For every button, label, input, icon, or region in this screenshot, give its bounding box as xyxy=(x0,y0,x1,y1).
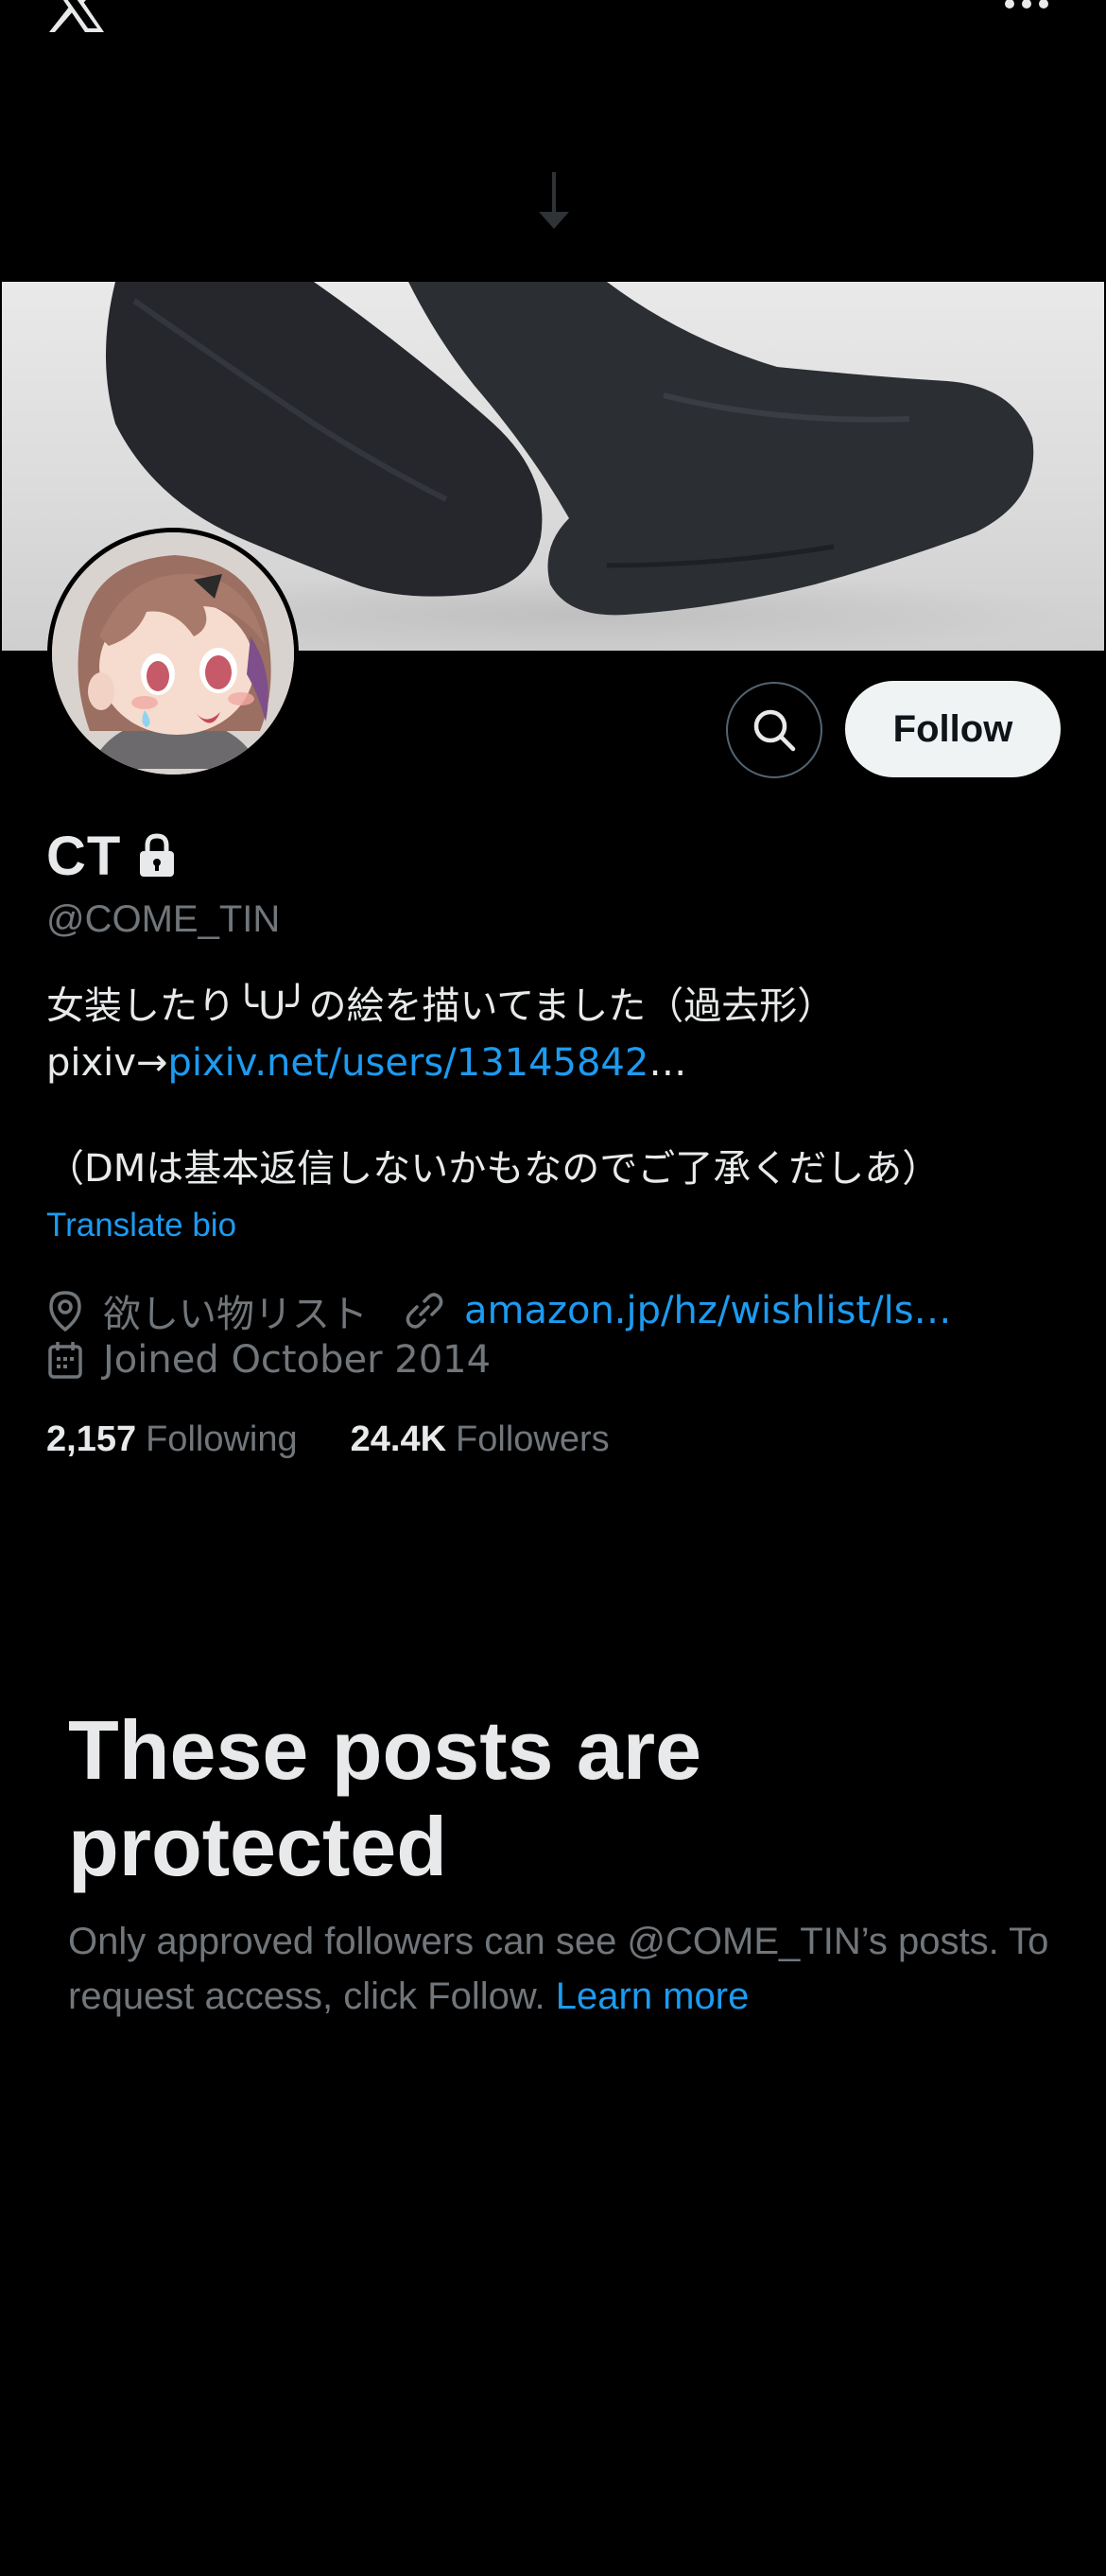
location-pin-icon xyxy=(49,1291,81,1332)
avatar-image xyxy=(52,532,294,775)
profile-location-row: 欲しい物リスト amazon.jp/hz/wishlist/ls… xyxy=(46,1286,952,1336)
bio-line-2: pixiv→pixiv.net/users/13145842… xyxy=(46,1035,1067,1091)
top-bar xyxy=(0,0,1106,57)
profile-location: 欲しい物リスト xyxy=(103,1293,368,1336)
following-stat[interactable]: 2,157 Following xyxy=(46,1419,298,1460)
search-button[interactable] xyxy=(726,682,822,778)
lock-icon xyxy=(140,833,175,877)
profile-handle: @COME_TIN xyxy=(46,898,281,940)
pull-to-refresh-arrow-icon xyxy=(539,172,569,229)
more-dots-icon[interactable] xyxy=(1004,0,1049,11)
bio-pixiv-prefix: pixiv→ xyxy=(46,1041,168,1085)
profile-stats: 2,157 Following 24.4K Followers xyxy=(46,1413,610,1466)
bio-spacer xyxy=(46,1091,1067,1140)
link-icon xyxy=(406,1293,443,1329)
profile-website-link[interactable]: amazon.jp/hz/wishlist/ls… xyxy=(464,1289,952,1332)
profile-joined-row: Joined October 2014 xyxy=(46,1335,491,1384)
profile-joined-date: Joined October 2014 xyxy=(103,1338,492,1382)
followers-label: Followers xyxy=(456,1419,610,1459)
bio-pixiv-link[interactable]: pixiv.net/users/13145842 xyxy=(167,1041,648,1085)
translate-bio-link[interactable]: Translate bio xyxy=(46,1207,236,1244)
display-name-row: CT xyxy=(46,823,176,889)
search-icon xyxy=(753,709,796,752)
followers-stat[interactable]: 24.4K Followers xyxy=(351,1419,610,1460)
learn-more-link[interactable]: Learn more xyxy=(556,1976,750,2017)
calendar-icon xyxy=(48,1342,82,1379)
following-label: Following xyxy=(146,1419,298,1459)
bio-line-3: （DMは基本返信しないかもなのでご了承くだしあ） xyxy=(46,1147,941,1191)
following-count: 2,157 xyxy=(46,1419,137,1459)
profile-bio: 女装したり╰U╯の絵を描いてました（過去形） pixiv→pixiv.net/u… xyxy=(46,978,1067,1197)
display-name: CT xyxy=(46,825,122,887)
follow-button[interactable]: Follow xyxy=(845,681,1061,777)
avatar[interactable] xyxy=(47,528,299,779)
protected-posts-title: These posts are protected xyxy=(68,1703,702,1893)
bio-line-1: 女装したり╰U╯の絵を描いてました（過去形） xyxy=(46,984,836,1028)
followers-count: 24.4K xyxy=(350,1419,447,1459)
x-logo-icon[interactable] xyxy=(45,0,108,32)
protected-posts-description: Only approved followers can see @COME_TI… xyxy=(68,1914,1051,2024)
bio-ellipsis: … xyxy=(648,1041,687,1085)
